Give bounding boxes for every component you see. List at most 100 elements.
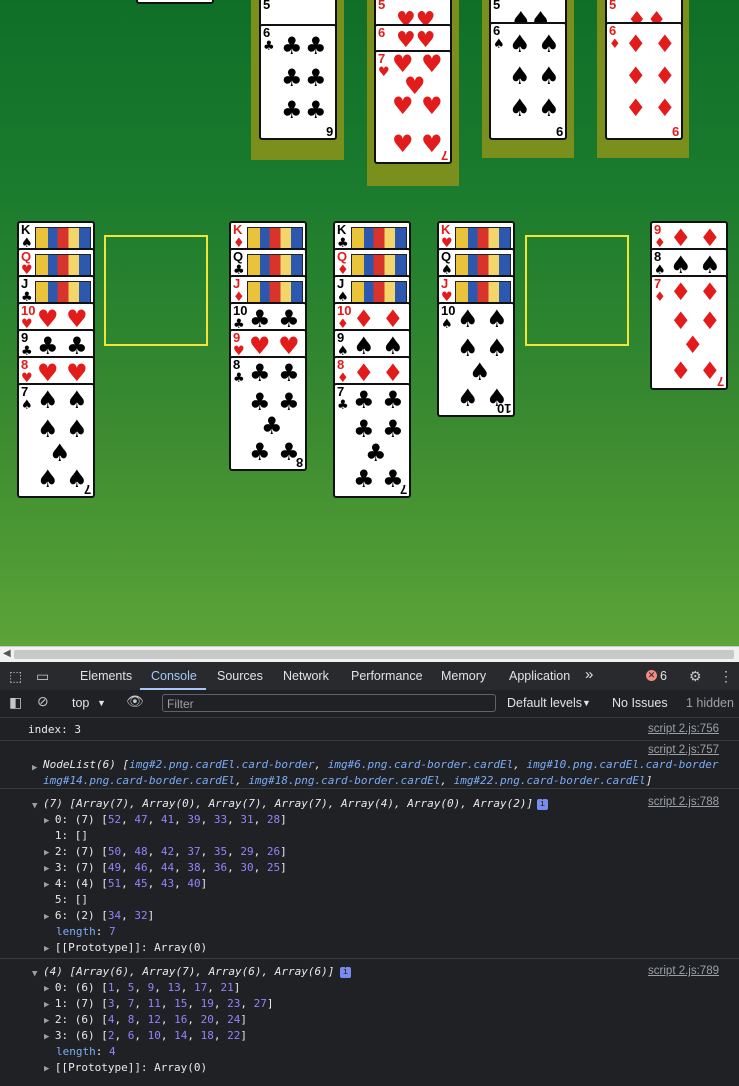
card-rank-bottom: 10 — [496, 401, 511, 416]
inspect-element-icon[interactable]: ⬚ — [9, 668, 22, 685]
empty-tableau-slot[interactable] — [525, 235, 629, 346]
stock-card[interactable] — [136, 0, 214, 4]
array-entry[interactable]: ▶ 6: (2) [34, 32] — [44, 909, 154, 922]
diamond-pip-icon: ♦ ♦ — [670, 278, 721, 306]
console-output: index: 3 script 2.js:756 script 2.js:757… — [0, 718, 739, 1086]
info-icon[interactable]: i — [537, 797, 548, 810]
card-rank-bottom: 9 — [671, 124, 679, 139]
card-7-diamond[interactable]: 7 ♦ ♦ ♦ ♦ ♦ ♦ ♦ ♦ 7 — [650, 275, 728, 390]
heart-pip-icon: ♥ ♥ — [249, 332, 300, 360]
spade-pip-icon: ♠ ♠ — [457, 305, 508, 333]
card-rank-bottom: 7 — [83, 482, 91, 497]
card-10-spade[interactable]: 10 ♠ ♠ ♠ ♠ ♠ ♠ ♠ ♠ 10 — [437, 302, 515, 417]
issues-button[interactable]: No Issues — [612, 696, 668, 710]
more-tabs-icon[interactable]: » — [585, 666, 593, 683]
source-link[interactable]: script 2.js:756 — [648, 723, 719, 735]
error-icon[interactable]: ✕ — [646, 670, 657, 681]
log-levels-dropdown[interactable]: Default levels — [507, 696, 582, 710]
card-8-club[interactable]: 8 ♣ ♣ ♣ ♣ ♣ ♣ ♣ ♣ 8 — [229, 356, 307, 471]
array-length: length: 7 — [56, 925, 116, 938]
spade-pip-icon: ♠ ♠ — [457, 334, 508, 362]
array-entry[interactable]: ▶ 0: (6) [1, 5, 9, 13, 17, 21] — [44, 981, 240, 994]
chevron-down-icon[interactable]: ▼ — [97, 698, 106, 708]
card-rank: 7 — [337, 384, 345, 399]
expand-triangle-icon[interactable]: ▼ — [32, 798, 37, 811]
array-preview[interactable]: (7) [Array(7), Array(0), Array(7), Array… — [43, 797, 533, 810]
source-link[interactable]: script 2.js:757 — [648, 744, 719, 756]
heart-pip-icon: ♥ ♥ — [392, 92, 443, 120]
array-prototype[interactable]: ▶ [[Prototype]]: Array(0) — [44, 941, 207, 954]
expand-triangle-icon[interactable]: ▶ — [32, 760, 37, 773]
card-rank: 9 — [337, 330, 345, 345]
array-entry[interactable]: ▶ 0: (7) [52, 47, 41, 39, 33, 31, 28] — [44, 813, 287, 826]
card-rank: 5 — [378, 0, 386, 12]
card-7-hearts[interactable]: 7 ♥ ♥ ♥ ♥ ♥ ♥ ♥ ♥ 7 — [374, 50, 452, 164]
card-7-club[interactable]: 7 ♣ ♣ ♣ ♣ ♣ ♣ ♣ ♣ 7 — [333, 383, 411, 498]
settings-gear-icon[interactable]: ⚙ — [689, 668, 702, 685]
club-pip-icon: ♣ — [305, 32, 327, 60]
tab-console[interactable]: Console — [151, 669, 197, 683]
sidebar-toggle-icon[interactable]: ◧ — [9, 694, 22, 711]
card-rank: Q — [441, 249, 452, 264]
tab-performance[interactable]: Performance — [351, 669, 423, 683]
array-prototype[interactable]: ▶ [[Prototype]]: Array(0) — [44, 1061, 207, 1074]
empty-tableau-slot[interactable] — [104, 235, 208, 346]
tab-application[interactable]: Application — [509, 669, 570, 683]
spade-icon: ♠ — [441, 317, 453, 332]
array-entry[interactable]: ▶ 4: (4) [51, 45, 43, 40] — [44, 877, 207, 890]
card-rank: K — [337, 222, 347, 237]
nodelist-preview[interactable]: NodeList(6) [img#2.png.cardEl.card-borde… — [43, 758, 719, 771]
device-toolbar-icon[interactable]: ▭ — [36, 668, 49, 685]
solitaire-board: 5 6 ♣ ♣ ♣ ♣ ♣ ♣ ♣ 6 5 ♥♥ 6 ♥♥ 7 ♥ ♥ ♥ ♥ … — [0, 0, 739, 646]
array-entry[interactable]: ▶ 1: [] — [44, 829, 88, 842]
info-icon[interactable]: i — [340, 965, 351, 978]
card-6-diamonds[interactable]: 6 ♦ ♦ ♦ ♦ ♦ ♦ ♦ 9 — [605, 22, 683, 140]
tab-sources[interactable]: Sources — [217, 669, 263, 683]
horizontal-scrollbar[interactable]: ◀ — [0, 646, 739, 662]
source-link[interactable]: script 2.js:789 — [648, 965, 719, 977]
tab-network[interactable]: Network — [283, 669, 329, 683]
devtools-tab-bar: ⬚ ▭ Elements Console Sources Network Per… — [0, 662, 739, 691]
suit-icon: ♣ — [263, 39, 275, 54]
array-entry[interactable]: ▶ 3: (6) [2, 6, 10, 14, 18, 22] — [44, 1029, 247, 1042]
live-expression-eye-icon[interactable]: 👁 — [126, 693, 144, 710]
scrollbar-thumb[interactable] — [14, 650, 734, 659]
diamond-pip-icon: ♦ ♦ — [625, 94, 676, 122]
array-entry[interactable]: ▶ 5: [] — [44, 893, 88, 906]
chevron-down-icon[interactable]: ▼ — [582, 698, 591, 708]
card-rank-bottom: 9 — [555, 124, 563, 139]
scroll-left-icon[interactable]: ◀ — [3, 648, 11, 659]
console-message: script 2.js:788 ▼ (7) [Array(7), Array(0… — [0, 790, 739, 959]
filter-input[interactable]: Filter — [162, 694, 496, 712]
array-entry[interactable]: ▶ 2: (7) [50, 48, 42, 37, 35, 29, 26] — [44, 845, 287, 858]
array-entry[interactable]: ▶ 2: (6) [4, 8, 12, 16, 20, 24] — [44, 1013, 247, 1026]
card-rank: J — [233, 276, 241, 291]
heart-pip-icon: ♥ ♥ — [37, 359, 88, 387]
tab-memory[interactable]: Memory — [441, 669, 486, 683]
array-entry[interactable]: ▶ 1: (7) [3, 7, 11, 15, 19, 23, 27] — [44, 997, 273, 1010]
console-message: index: 3 script 2.js:756 — [0, 718, 739, 741]
expand-triangle-icon[interactable]: ▼ — [32, 966, 37, 979]
tab-elements[interactable]: Elements — [80, 669, 132, 683]
club-pip-icon: ♣ — [305, 96, 327, 124]
card-rank: 5 — [609, 0, 617, 12]
spade-pip-icon: ♠ — [49, 439, 71, 467]
card-6-clubs[interactable]: 6 ♣ ♣ ♣ ♣ ♣ ♣ ♣ 6 — [259, 24, 337, 140]
context-selector[interactable]: top — [72, 696, 89, 710]
card-7-spade[interactable]: 7 ♠ ♠ ♠ ♠ ♠ ♠ ♠ ♠ 7 — [17, 383, 95, 498]
card-rank: 10 — [21, 303, 36, 318]
error-count[interactable]: 6 — [660, 669, 667, 683]
suit-icon: ♠ — [493, 37, 505, 52]
card-6-spades[interactable]: 6 ♠ ♠ ♠ ♠ ♠ ♠ ♠ 9 — [489, 22, 567, 140]
clear-console-icon[interactable]: ⊘ — [37, 693, 49, 710]
more-options-icon[interactable]: ⋮ — [719, 668, 733, 685]
club-pip-icon: ♣ — [281, 64, 303, 92]
club-pip-icon: ♣ — [281, 96, 303, 124]
card-rank: 9 — [21, 330, 29, 345]
array-entry[interactable]: ▶ 3: (7) [49, 46, 44, 38, 36, 30, 25] — [44, 861, 287, 874]
source-link[interactable]: script 2.js:788 — [648, 796, 719, 808]
array-preview[interactable]: (4) [Array(6), Array(7), Array(6), Array… — [43, 965, 334, 978]
club-pip-icon: ♣ ♣ — [353, 415, 404, 443]
heart-pip-icon: ♥ ♥ — [392, 130, 443, 158]
club-pip-icon: ♣ — [261, 412, 283, 440]
